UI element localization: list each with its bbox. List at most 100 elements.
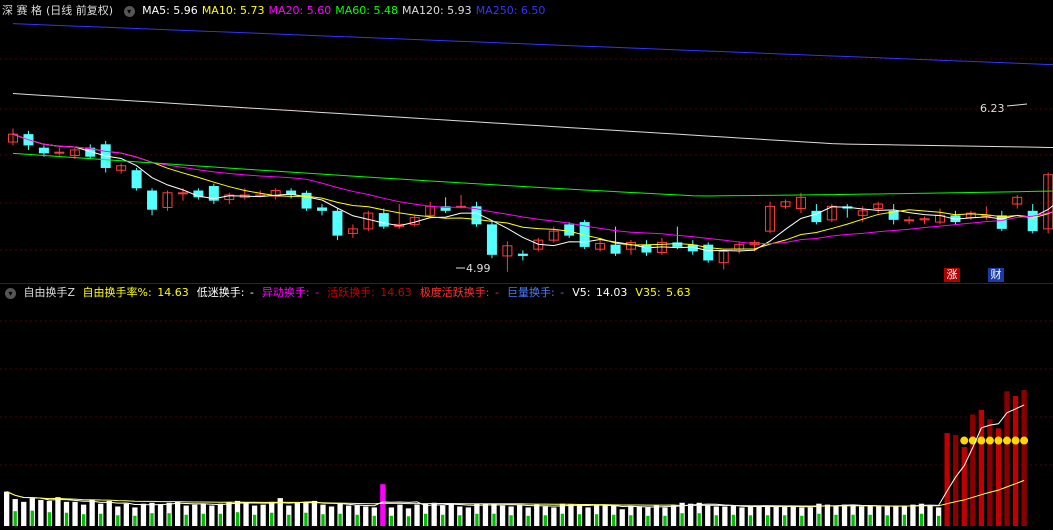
turnover-dot xyxy=(977,436,986,445)
turnover-bar xyxy=(363,506,369,526)
ma120-line xyxy=(12,93,1053,149)
turnover-inner-bar xyxy=(783,515,787,526)
turnover-bar xyxy=(688,503,694,526)
turnover-inner-bar xyxy=(355,514,359,526)
indicator-value: 5.63 xyxy=(662,286,691,299)
indicator-item: 自由换手率%: 14.63 xyxy=(83,286,193,299)
turnover-bar xyxy=(927,505,933,526)
turnover-bar xyxy=(209,505,215,526)
turnover-inner-bar xyxy=(133,515,137,526)
v5-line xyxy=(6,404,1025,508)
turnover-inner-bar xyxy=(919,513,924,526)
candle-down xyxy=(517,253,528,256)
turnover-inner-bar xyxy=(543,515,547,526)
turnover-inner-bar xyxy=(372,515,376,526)
turnover-bar xyxy=(380,484,386,526)
ma-legend-item: MA250: 6.50 xyxy=(475,4,546,17)
ma-legend-item: MA60: 5.48 xyxy=(335,4,398,17)
turnover-bar xyxy=(705,505,711,526)
turnover-inner-bar xyxy=(389,515,394,526)
turnover-dot xyxy=(1003,436,1012,445)
ma-legend-item: MA10: 5.73 xyxy=(201,4,265,17)
turnover-inner-bar xyxy=(321,514,325,526)
turnover-bar xyxy=(670,505,677,526)
turnover-inner-bar xyxy=(834,514,838,526)
turnover-inner-bar xyxy=(714,515,718,526)
kline-pane[interactable]: 深 赛 格 (日线 前复权) ▾ MA5: 5.96 MA10: 5.73 MA20:… xyxy=(0,0,1053,283)
candle-down xyxy=(131,170,142,189)
turnover-pane[interactable]: ▾ 自由换手Z 自由换手率%: 14.63 低迷换手: - 异动换手: - 活跃换手:… xyxy=(0,283,1053,530)
chevron-down-icon[interactable]: ▾ xyxy=(5,287,16,299)
turnover-inner-bar xyxy=(441,514,445,526)
turnover-inner-bar xyxy=(13,511,17,526)
candle-down xyxy=(38,147,49,154)
turnover-bar xyxy=(482,503,489,526)
turnover-bar xyxy=(739,507,745,526)
kline-chart[interactable]: 6.23 4.99 xyxy=(0,0,1053,283)
turnover-bar xyxy=(243,502,249,526)
turnover-bar xyxy=(431,502,437,526)
indicator-name[interactable]: 自由换手Z xyxy=(24,286,76,299)
turnover-bar xyxy=(987,419,993,526)
indicator-label: V5: xyxy=(572,286,591,299)
indicator-label: 极度活跃换手: xyxy=(419,286,490,299)
chevron-down-icon[interactable]: ▾ xyxy=(123,5,135,17)
turnover-bar xyxy=(910,504,916,526)
indicator-label: 自由换手率%: xyxy=(82,286,152,299)
news-badge-up[interactable]: 涨 xyxy=(944,268,960,282)
turnover-bar xyxy=(72,501,78,526)
turnover-inner-bar xyxy=(270,512,274,526)
turnover-bar xyxy=(414,504,420,526)
candle-up xyxy=(54,151,65,154)
period-label[interactable]: (日线 前复权) xyxy=(46,4,113,17)
news-badge-finance[interactable]: 财 xyxy=(988,268,1004,282)
turnover-bar xyxy=(722,506,728,526)
turnover-inner-bar xyxy=(492,513,496,526)
turnover-bar xyxy=(602,505,608,526)
indicator-label: 异动换手: xyxy=(261,286,310,299)
indicator-label: 活跃换手: xyxy=(327,286,375,299)
turnover-bar xyxy=(123,503,130,526)
turnover-bar xyxy=(653,505,660,526)
turnover-bar xyxy=(157,504,164,526)
candle-down xyxy=(486,224,497,255)
turnover-bar xyxy=(140,503,147,526)
turnover-inner-bar xyxy=(218,513,223,526)
indicator-value: 14.03 xyxy=(592,286,628,299)
turnover-inner-bar xyxy=(184,514,188,526)
candle-down xyxy=(317,207,327,211)
indicator-values: 自由换手率%: 14.63 低迷换手: - 异动换手: - 活跃换手: 14.63 极度… xyxy=(83,286,699,299)
turnover-inner-bar xyxy=(338,513,342,526)
turnover-bar xyxy=(773,506,779,526)
v35-line xyxy=(6,479,1025,507)
candle-up xyxy=(177,192,188,195)
turnover-inner-bar xyxy=(509,515,513,526)
indicator-value: - xyxy=(556,286,565,299)
turnover-inner-bar xyxy=(526,515,530,526)
turnover-chart[interactable] xyxy=(0,283,1053,530)
turnover-bar xyxy=(636,506,643,526)
turnover-inner-bar xyxy=(868,514,872,526)
turnover-bar xyxy=(876,506,882,526)
indicator-item: 活跃换手: 14.63 xyxy=(327,286,416,299)
indicator-item: V5: 14.03 xyxy=(572,286,631,299)
indicator-label: 巨量换手: xyxy=(507,286,555,299)
turnover-bar xyxy=(944,433,950,526)
turnover-bar xyxy=(1021,390,1027,526)
turnover-bar xyxy=(448,503,454,526)
indicator-item: 异动换手: - xyxy=(262,286,323,299)
turnover-dot xyxy=(1011,436,1020,445)
turnover-bar xyxy=(841,504,848,526)
turnover-inner-bar xyxy=(646,515,650,526)
turnover-bar xyxy=(568,504,574,526)
candle-down xyxy=(996,215,1007,229)
ma-legend: MA5: 5.96 MA10: 5.73 MA20: 5.60 MA60: 5.48 M… xyxy=(142,4,549,17)
ma250-line xyxy=(12,23,1053,66)
indicator-value: - xyxy=(246,286,254,299)
turnover-inner-bar xyxy=(458,515,462,526)
turnover-bar xyxy=(824,504,831,526)
turnover-dot xyxy=(985,436,994,445)
turnover-inner-bar xyxy=(765,515,770,526)
turnover-bar xyxy=(106,500,112,526)
stock-name[interactable]: 深 赛 格 xyxy=(2,4,42,17)
